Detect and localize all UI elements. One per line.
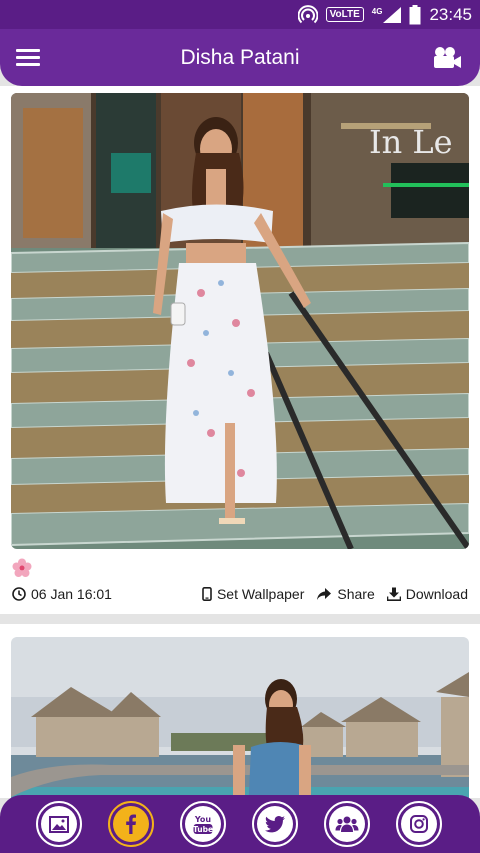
gallery-icon: [49, 815, 69, 833]
nav-facebook-button[interactable]: [108, 801, 154, 847]
svg-text:You: You: [194, 815, 212, 824]
set-wallpaper-label: Set Wallpaper: [216, 586, 305, 602]
nav-group-button[interactable]: [324, 801, 370, 847]
post-actions: Set Wallpaper Share Download: [202, 586, 468, 602]
share-icon: [317, 588, 332, 600]
set-wallpaper-button[interactable]: Set Wallpaper: [202, 586, 304, 602]
post-photo[interactable]: In Le: [11, 93, 469, 549]
share-label: Share: [337, 586, 375, 602]
signal-indicator: 4G: [371, 6, 402, 23]
video-camera-icon[interactable]: [432, 45, 462, 71]
status-bar: VoLTE 4G 23:45: [0, 0, 480, 29]
facebook-icon: [126, 814, 136, 834]
hotspot-icon: [297, 4, 318, 23]
signal-icon: [383, 6, 402, 23]
clock-icon: [12, 587, 26, 601]
sakura-icon: [12, 558, 32, 577]
svg-text:Tube: Tube: [193, 825, 213, 834]
battery-icon: [409, 4, 421, 24]
photo-sign-text: In Le: [369, 123, 453, 161]
share-button[interactable]: Share: [316, 586, 375, 602]
post-card: [0, 624, 480, 798]
bottom-nav: You Tube: [0, 795, 480, 853]
post-date-text: 06 Jan 16:01: [31, 586, 112, 602]
download-label: Download: [405, 586, 468, 602]
nav-twitter-button[interactable]: [252, 801, 298, 847]
photo-illustration: [11, 637, 469, 798]
post-meta: 06 Jan 16:01 Set Wallpaper Share Downloa…: [12, 583, 468, 605]
nav-youtube-button[interactable]: You Tube: [180, 801, 226, 847]
twitter-icon: [265, 815, 285, 832]
post-date: 06 Jan 16:01: [12, 586, 112, 602]
group-icon: [335, 816, 359, 832]
clock: 23:45: [429, 4, 472, 24]
wallpaper-feed[interactable]: In Le 06 Jan 16:01 Set Wallpaper Share D…: [0, 86, 480, 798]
instagram-icon: [410, 815, 428, 833]
nav-instagram-button[interactable]: [396, 801, 442, 847]
network-type: 4G: [371, 6, 383, 16]
volte-badge: VoLTE: [325, 7, 364, 22]
post-photo[interactable]: [11, 637, 469, 798]
youtube-icon: You Tube: [193, 815, 213, 834]
nav-gallery-button[interactable]: [36, 801, 82, 847]
download-button[interactable]: Download: [386, 586, 468, 602]
status-icons: VoLTE 4G 23:45: [297, 0, 472, 29]
photo-illustration: In Le: [11, 93, 469, 549]
download-icon: [386, 587, 401, 601]
phone-icon: [202, 587, 212, 601]
post-card: In Le 06 Jan 16:01 Set Wallpaper Share D…: [0, 86, 480, 614]
app-bar: Disha Patani: [0, 29, 480, 86]
page-title: Disha Patani: [180, 46, 300, 69]
